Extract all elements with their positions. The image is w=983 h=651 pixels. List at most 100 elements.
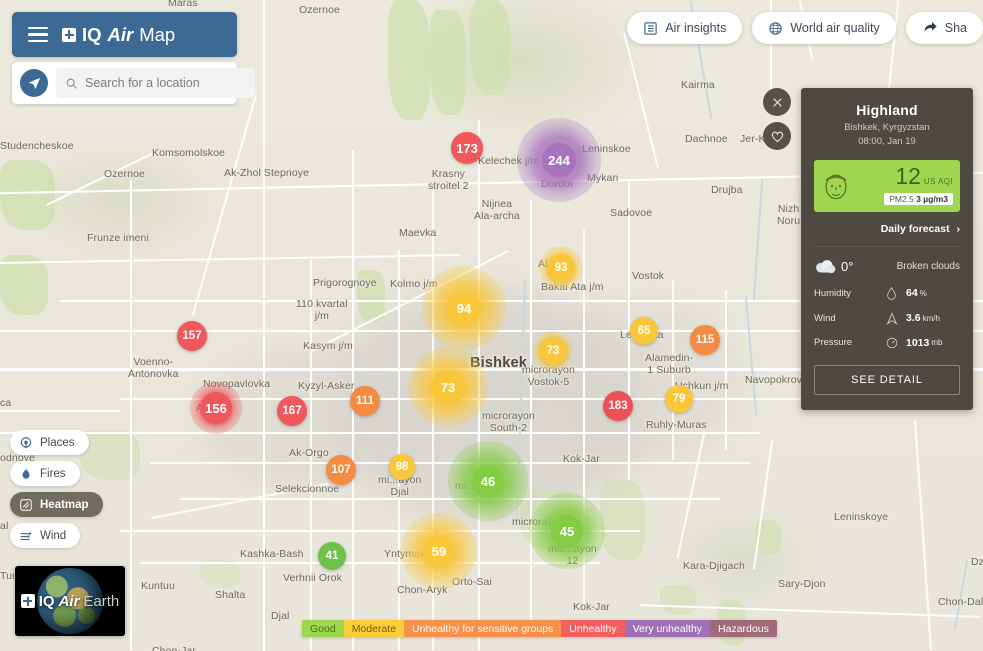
road: [46, 152, 155, 206]
legend-segment[interactable]: Good: [302, 620, 344, 637]
map-label: NijneaAla-archa: [474, 198, 520, 222]
share-button[interactable]: Sha: [906, 12, 983, 44]
aqi-marker-value: 167: [282, 405, 301, 417]
aqi-marker[interactable]: 107: [326, 455, 356, 485]
map-label: Komsomolskoe: [152, 147, 225, 159]
road: [130, 180, 132, 650]
air-insights-button[interactable]: Air insights: [627, 12, 742, 44]
map-label: Dachnoe: [685, 133, 728, 145]
road: [263, 0, 265, 651]
aqi-marker-value: 183: [608, 400, 627, 412]
aqi-marker[interactable]: 167: [277, 396, 307, 426]
road: [672, 280, 674, 460]
map-label: Maevka: [399, 227, 436, 239]
world-air-quality-button[interactable]: World air quality: [752, 12, 895, 44]
iqair-logo-icon: [62, 28, 76, 42]
aqi-marker[interactable]: 73: [431, 370, 465, 404]
aqi-marker[interactable]: 46: [472, 465, 504, 497]
map-label: NizhNoru: [777, 203, 800, 227]
legend-segment[interactable]: Unhealthy for sensitive groups: [404, 620, 561, 637]
map-label: Vostok: [632, 270, 664, 282]
layer-label-fires: Fires: [40, 468, 66, 480]
station-detail-panel: Highland Bishkek, Kyrgyzstan 08:00, Jan …: [801, 88, 973, 410]
legend-segment[interactable]: Hazardous: [710, 620, 777, 637]
aqi-marker[interactable]: 45: [551, 515, 583, 547]
station-name: Highland: [814, 102, 960, 118]
legend-segment[interactable]: Unhealthy: [561, 620, 624, 637]
layer-toggle-wind[interactable]: Wind: [10, 523, 80, 548]
air-insights-label: Air insights: [665, 21, 726, 35]
share-icon: [922, 20, 938, 36]
legend-segment[interactable]: Moderate: [344, 620, 404, 637]
map-label: Kuntuu: [141, 580, 175, 592]
aqi-marker-value: 93: [555, 262, 568, 274]
road: [0, 410, 120, 412]
see-detail-button[interactable]: SEE DETAIL: [814, 365, 960, 395]
map-label: al: [0, 520, 8, 532]
road: [150, 462, 750, 464]
road: [0, 254, 460, 264]
iqair-logo-icon: [21, 594, 35, 608]
aqi-marker-value: 156: [205, 401, 227, 416]
daily-forecast-link[interactable]: Daily forecast ›: [814, 223, 960, 247]
layer-toggle-fires[interactable]: Fires: [10, 461, 80, 486]
station-location: Bishkek, Kyrgyzstan: [814, 122, 960, 135]
aqi-marker-value: 111: [356, 395, 374, 407]
aqi-marker[interactable]: 98: [389, 454, 415, 480]
aqi-marker[interactable]: 157: [177, 321, 207, 351]
green-area: [430, 10, 466, 115]
close-panel-button[interactable]: [763, 88, 791, 116]
layer-toggle-places[interactable]: Places: [10, 430, 89, 455]
metric-humidity-value: 64: [906, 287, 918, 299]
map-label: Krasnystroitel 2: [428, 168, 469, 192]
aqi-marker[interactable]: 65: [630, 317, 658, 345]
favorite-button[interactable]: [763, 122, 791, 150]
search-field[interactable]: [56, 68, 255, 98]
aqi-marker[interactable]: 41: [318, 542, 346, 570]
map-label: ca: [0, 397, 11, 409]
map-label: Ozernoe: [299, 4, 340, 16]
river: [954, 560, 968, 629]
heatmap-icon: [19, 498, 33, 512]
aqi-marker[interactable]: 59: [423, 535, 455, 567]
aqi-marker[interactable]: 115: [690, 325, 720, 355]
metric-pressure-unit: mb: [931, 338, 942, 347]
brand-map: Map: [139, 24, 175, 46]
map-label: Djal: [271, 610, 290, 622]
aqi-marker[interactable]: 183: [603, 391, 633, 421]
green-area: [200, 560, 240, 588]
aqi-marker[interactable]: 93: [547, 254, 575, 282]
top-actions: Air insights World air quality Sha: [627, 12, 983, 44]
hamburger-icon[interactable]: [28, 27, 48, 43]
map-label: Ak-Zhol Stepnoye: [224, 167, 309, 179]
locate-me-button[interactable]: [20, 69, 48, 97]
aqi-marker[interactable]: 94: [447, 291, 481, 325]
aqi-marker[interactable]: 244: [542, 143, 576, 177]
iqair-earth-label: IQAir Earth: [21, 593, 120, 610]
search-input[interactable]: [85, 76, 246, 90]
green-area: [660, 585, 696, 615]
road: [180, 498, 720, 500]
navigation-arrow-icon: [27, 76, 42, 91]
river: [745, 295, 757, 415]
aqi-marker[interactable]: 73: [539, 337, 567, 365]
aqi-marker-value: 46: [481, 474, 495, 489]
aqi-unit: US AQI: [924, 177, 953, 186]
layer-toggle-heatmap[interactable]: Heatmap: [10, 492, 103, 517]
aqi-marker[interactable]: 111: [350, 386, 380, 416]
aqi-marker[interactable]: 79: [665, 385, 693, 413]
iqair-earth-card[interactable]: IQAir Earth: [15, 566, 125, 636]
aqi-marker-value: 45: [560, 524, 574, 539]
aqi-marker[interactable]: 156: [200, 392, 232, 424]
road: [725, 290, 727, 450]
road: [310, 260, 312, 650]
aqi-marker-value: 73: [441, 380, 455, 395]
green-area: [388, 0, 430, 120]
earth-air: Air: [59, 593, 80, 610]
legend-segment[interactable]: Very unhealthy: [625, 620, 710, 637]
aqi-marker[interactable]: 173: [451, 132, 483, 164]
road: [530, 200, 532, 630]
aqi-marker-value: 79: [673, 393, 686, 405]
green-area: [0, 160, 55, 230]
green-area: [470, 0, 510, 95]
